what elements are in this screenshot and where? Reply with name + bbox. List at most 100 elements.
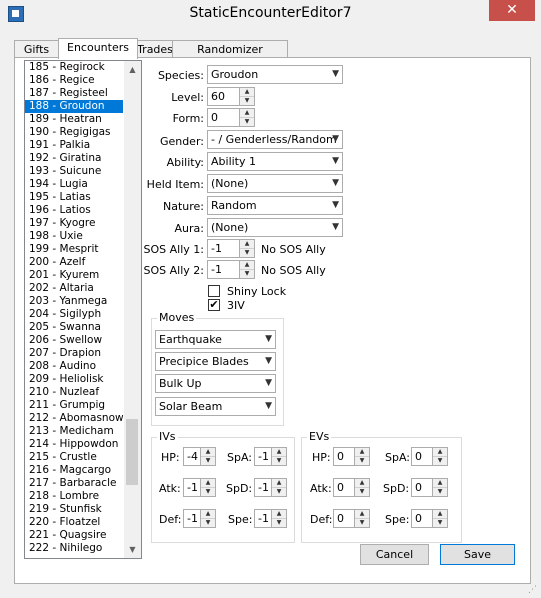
list-item[interactable]: 218 - Lombre [25, 490, 123, 503]
move-1-select[interactable]: Earthquake ▼ [155, 330, 276, 349]
form-spin[interactable]: ▲ ▼ [239, 109, 254, 126]
level-spin[interactable]: ▲ ▼ [239, 88, 254, 105]
level-stepper[interactable]: 60 ▲ ▼ [207, 87, 255, 106]
list-item[interactable]: 212 - Abomasnow [25, 412, 124, 425]
held-item-select[interactable]: (None) ▼ [207, 174, 343, 193]
list-scrollbar[interactable]: ▲ ▼ [124, 61, 141, 558]
move-3-select[interactable]: Bulk Up ▼ [155, 374, 276, 393]
list-item[interactable]: 220 - Floatzel [25, 516, 123, 529]
spin-down-icon[interactable]: ▼ [355, 488, 369, 496]
ev-hp-stepper[interactable]: 0 ▲ ▼ [333, 447, 370, 466]
list-item[interactable]: 209 - Heliolisk [25, 373, 123, 386]
spin-up-icon[interactable]: ▲ [433, 479, 447, 488]
three-iv-checkbox[interactable]: ✔ [208, 299, 220, 311]
list-item[interactable]: 192 - Giratina [25, 152, 123, 165]
list-item[interactable]: 200 - Azelf [25, 256, 123, 269]
spin-down-icon[interactable]: ▼ [240, 249, 254, 257]
sos-ally-2-stepper[interactable]: -1 ▲ ▼ [207, 260, 255, 279]
ev-spe-spin[interactable]: ▲ ▼ [432, 510, 447, 527]
iv-def-stepper[interactable]: -1 ▲ ▼ [183, 509, 216, 528]
list-item[interactable]: 185 - Regirock [25, 61, 123, 74]
iv-atk-spin[interactable]: ▲ ▼ [200, 479, 215, 496]
move-4-select[interactable]: Solar Beam ▼ [155, 397, 276, 416]
spin-down-icon[interactable]: ▼ [272, 519, 286, 527]
spin-up-icon[interactable]: ▲ [272, 510, 286, 519]
spin-down-icon[interactable]: ▼ [433, 488, 447, 496]
ability-select[interactable]: Ability 1 ▼ [207, 152, 343, 171]
tab-randomizer-options[interactable]: Randomizer Options [172, 40, 288, 73]
spin-up-icon[interactable]: ▲ [201, 510, 215, 519]
resize-grip-icon[interactable]: ⋰ [528, 585, 538, 595]
iv-hp-stepper[interactable]: -4 ▲ ▼ [183, 447, 216, 466]
list-item[interactable]: 193 - Suicune [25, 165, 123, 178]
ev-spe-stepper[interactable]: 0 ▲ ▼ [411, 509, 448, 528]
ev-def-stepper[interactable]: 0 ▲ ▼ [333, 509, 370, 528]
list-item[interactable]: 219 - Stunfisk [25, 503, 123, 516]
spin-up-icon[interactable]: ▲ [240, 261, 254, 270]
spin-up-icon[interactable]: ▲ [355, 479, 369, 488]
list-item[interactable]: 186 - Regice [25, 74, 123, 87]
iv-spe-spin[interactable]: ▲ ▼ [271, 510, 286, 527]
scroll-down-arrow-icon[interactable]: ▼ [124, 541, 141, 558]
list-item[interactable]: 187 - Registeel [25, 87, 123, 100]
list-item[interactable]: 203 - Yanmega [25, 295, 123, 308]
list-item[interactable]: 190 - Regigigas [25, 126, 123, 139]
list-item[interactable]: 221 - Quagsire [25, 529, 123, 542]
spin-down-icon[interactable]: ▼ [433, 457, 447, 465]
list-item[interactable]: 196 - Latios [25, 204, 123, 217]
iv-spe-stepper[interactable]: -1 ▲ ▼ [254, 509, 287, 528]
list-item[interactable]: 201 - Kyurem [25, 269, 123, 282]
spin-up-icon[interactable]: ▲ [240, 88, 254, 97]
list-item[interactable]: 199 - Mesprit [25, 243, 123, 256]
scroll-up-arrow-icon[interactable]: ▲ [124, 61, 141, 78]
species-select[interactable]: Groudon ▼ [207, 65, 343, 84]
spin-up-icon[interactable]: ▲ [240, 109, 254, 118]
iv-spa-spin[interactable]: ▲ ▼ [271, 448, 286, 465]
ev-def-spin[interactable]: ▲ ▼ [354, 510, 369, 527]
list-item[interactable]: 216 - Magcargo [25, 464, 123, 477]
list-item[interactable]: 197 - Kyogre [25, 217, 123, 230]
iv-spd-spin[interactable]: ▲ ▼ [271, 479, 286, 496]
spin-down-icon[interactable]: ▼ [240, 97, 254, 105]
spin-down-icon[interactable]: ▼ [201, 457, 215, 465]
spin-up-icon[interactable]: ▲ [355, 448, 369, 457]
list-item[interactable]: 195 - Latias [25, 191, 123, 204]
list-item[interactable]: 198 - Uxie [25, 230, 123, 243]
move-2-select[interactable]: Precipice Blades ▼ [155, 352, 276, 371]
list-item[interactable]: 207 - Drapion [25, 347, 123, 360]
list-item[interactable]: 213 - Medicham [25, 425, 123, 438]
spin-up-icon[interactable]: ▲ [240, 240, 254, 249]
sos-ally-1-stepper[interactable]: -1 ▲ ▼ [207, 239, 255, 258]
list-item[interactable]: 202 - Altaria [25, 282, 123, 295]
spin-down-icon[interactable]: ▼ [355, 519, 369, 527]
iv-hp-spin[interactable]: ▲ ▼ [200, 448, 215, 465]
spin-up-icon[interactable]: ▲ [201, 479, 215, 488]
ev-spa-stepper[interactable]: 0 ▲ ▼ [411, 447, 448, 466]
list-item[interactable]: 210 - Nuzleaf [25, 386, 123, 399]
list-item[interactable]: 222 - Nihilego [25, 542, 123, 555]
scroll-thumb[interactable] [126, 419, 138, 485]
spin-down-icon[interactable]: ▼ [240, 270, 254, 278]
ev-spd-stepper[interactable]: 0 ▲ ▼ [411, 478, 448, 497]
tab-encounters[interactable]: Encounters [58, 38, 138, 59]
spin-down-icon[interactable]: ▼ [201, 488, 215, 496]
list-item[interactable]: 205 - Swanna [25, 321, 123, 334]
ev-atk-spin[interactable]: ▲ ▼ [354, 479, 369, 496]
spin-up-icon[interactable]: ▲ [433, 510, 447, 519]
gender-select[interactable]: - / Genderless/Random ▼ [207, 130, 343, 149]
list-item[interactable]: 215 - Crustle [25, 451, 123, 464]
spin-down-icon[interactable]: ▼ [272, 488, 286, 496]
shiny-lock-checkbox[interactable] [208, 285, 220, 297]
list-item[interactable]: 189 - Heatran [25, 113, 123, 126]
list-item[interactable]: 204 - Sigilyph [25, 308, 123, 321]
iv-def-spin[interactable]: ▲ ▼ [200, 510, 215, 527]
spin-down-icon[interactable]: ▼ [201, 519, 215, 527]
ev-spa-spin[interactable]: ▲ ▼ [432, 448, 447, 465]
spin-down-icon[interactable]: ▼ [433, 519, 447, 527]
spin-up-icon[interactable]: ▲ [272, 479, 286, 488]
spin-up-icon[interactable]: ▲ [272, 448, 286, 457]
ev-atk-stepper[interactable]: 0 ▲ ▼ [333, 478, 370, 497]
sos-ally-2-spin[interactable]: ▲ ▼ [239, 261, 254, 278]
save-button[interactable]: Save [440, 544, 515, 565]
iv-spd-stepper[interactable]: -1 ▲ ▼ [254, 478, 287, 497]
